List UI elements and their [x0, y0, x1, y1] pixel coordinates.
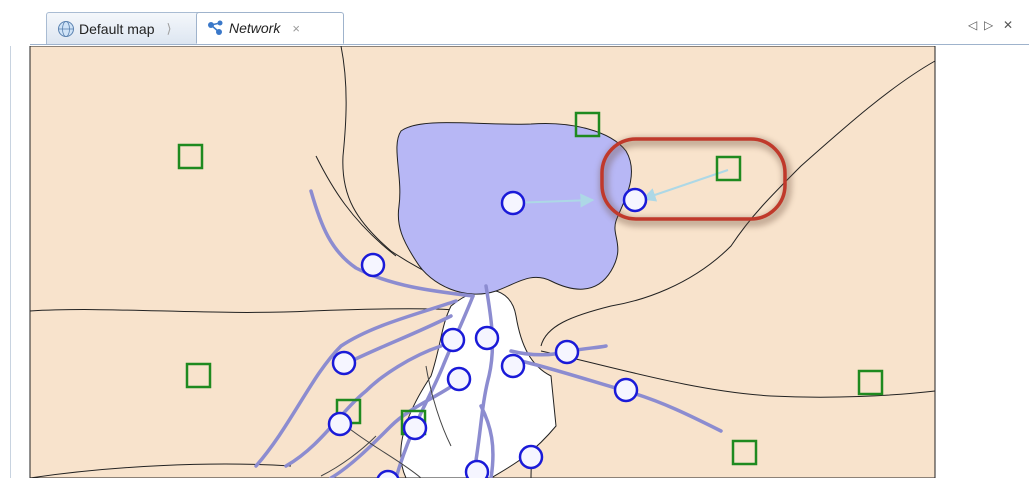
- map-view[interactable]: [10, 46, 1020, 478]
- network-node[interactable]: [613, 377, 639, 403]
- network-node[interactable]: [622, 187, 648, 213]
- scroll-tabs-right-icon[interactable]: ▷: [984, 18, 993, 32]
- network-node[interactable]: [464, 459, 490, 478]
- catchment-marker[interactable]: [177, 143, 204, 170]
- network-node[interactable]: [327, 411, 353, 437]
- network-node[interactable]: [500, 353, 526, 379]
- network-node[interactable]: [446, 366, 472, 392]
- catchment-marker[interactable]: [574, 111, 601, 138]
- tab-network-close-icon[interactable]: ×: [292, 21, 300, 36]
- tab-network-label: Network: [229, 20, 281, 36]
- catchment-marker[interactable]: [857, 369, 884, 396]
- tab-bar-divider: [30, 44, 1029, 45]
- network-node[interactable]: [518, 444, 544, 470]
- document-tab-bar: Default map ⟩ Network × ◁ ▷ ✕: [0, 0, 1029, 46]
- network-node[interactable]: [331, 350, 357, 376]
- tab-default-map-label: Default map: [79, 20, 155, 37]
- network-icon: [207, 19, 225, 37]
- network-node[interactable]: [440, 327, 466, 353]
- network-node[interactable]: [474, 325, 500, 351]
- globe-icon: [57, 20, 75, 38]
- map-canvas[interactable]: [11, 46, 1020, 478]
- network-node[interactable]: [402, 415, 428, 441]
- scroll-tabs-left-icon[interactable]: ◁: [968, 18, 977, 32]
- catchment-marker[interactable]: [731, 439, 758, 466]
- network-node[interactable]: [360, 252, 386, 278]
- catchment-marker[interactable]: [715, 155, 742, 182]
- tab-default-map[interactable]: Default map ⟩: [46, 12, 204, 44]
- tab-network[interactable]: Network ×: [196, 12, 344, 44]
- catchment-marker[interactable]: [185, 362, 212, 389]
- close-document-icon[interactable]: ✕: [1003, 18, 1013, 32]
- network-node[interactable]: [500, 190, 526, 216]
- tab-separator-icon: ⟩: [166, 20, 172, 36]
- network-node[interactable]: [554, 339, 580, 365]
